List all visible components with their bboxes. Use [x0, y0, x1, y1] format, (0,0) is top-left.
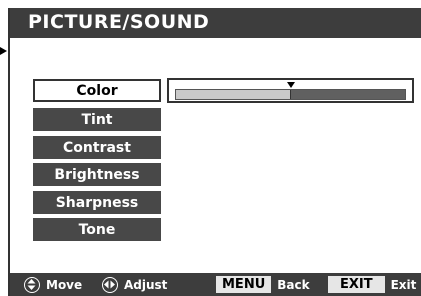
pointer-arrow-icon	[0, 47, 7, 55]
menu-item-label: Tone	[78, 221, 116, 238]
menu-item-label: Tint	[81, 111, 113, 128]
osd-menu: PICTURE/SOUND Color Tint Contrast Bright…	[8, 8, 421, 296]
exit-key[interactable]: EXIT	[328, 276, 385, 293]
menu-item-label: Color	[76, 82, 118, 99]
title-bar: PICTURE/SOUND	[10, 8, 421, 38]
menu-item-brightness[interactable]: Brightness	[33, 163, 161, 186]
slider-fill	[176, 90, 291, 99]
color-slider[interactable]	[167, 78, 414, 103]
up-down-arrows-icon	[24, 276, 40, 293]
adjust-label: Adjust	[124, 277, 168, 292]
menu-item-sharpness[interactable]: Sharpness	[33, 191, 161, 214]
menu-key[interactable]: MENU	[216, 276, 272, 293]
menu-item-tone[interactable]: Tone	[33, 218, 161, 241]
slider-track[interactable]	[175, 89, 406, 100]
hint-move: Move	[24, 273, 82, 296]
menu-item-contrast[interactable]: Contrast	[33, 136, 161, 159]
menu-item-tint[interactable]: Tint	[33, 108, 161, 131]
menu-item-label: Contrast	[63, 139, 131, 156]
menu-title: PICTURE/SOUND	[28, 11, 210, 33]
menu-item-label: Sharpness	[55, 194, 139, 211]
footer-hints: Move Adjust MENU Back EXIT Exit	[10, 273, 421, 296]
hint-exit: EXIT Exit	[328, 273, 416, 296]
hint-back: MENU Back	[216, 273, 310, 296]
move-label: Move	[46, 277, 83, 292]
left-right-arrows-icon	[102, 276, 118, 293]
slider-marker-icon[interactable]	[286, 82, 295, 88]
back-label: Back	[277, 277, 310, 292]
exit-label: Exit	[390, 277, 417, 292]
menu-item-color[interactable]: Color	[33, 79, 161, 102]
hint-adjust: Adjust	[102, 273, 167, 296]
menu-item-label: Brightness	[54, 166, 140, 183]
